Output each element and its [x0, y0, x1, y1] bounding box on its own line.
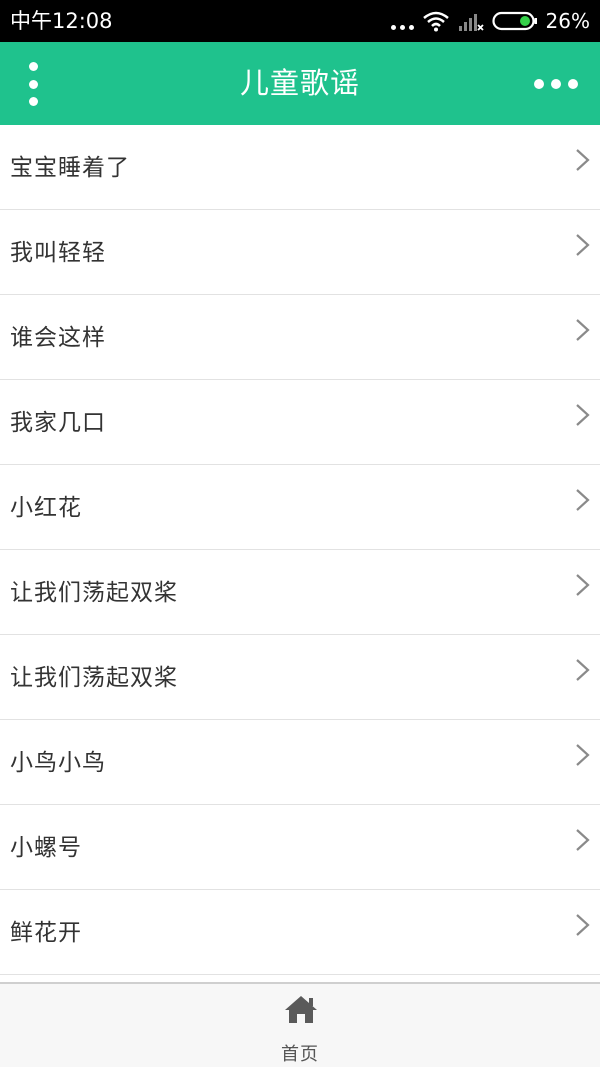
signal-icon: [458, 14, 484, 31]
chevron-right-icon: [576, 659, 590, 681]
status-icons: 26%: [390, 6, 590, 36]
list-item[interactable]: 我叫轻轻: [0, 210, 600, 295]
list-item[interactable]: 我家几口: [0, 380, 600, 465]
horizontal-dots-more-icon[interactable]: [534, 72, 578, 96]
song-title: 小鸟小鸟: [10, 750, 106, 776]
song-list: 宝宝睡着了 我叫轻轻 谁会这样 我家几口 小红花 让我们荡起双桨 让我们荡起双桨: [0, 125, 600, 975]
list-item[interactable]: 宝宝睡着了: [0, 125, 600, 210]
list-item[interactable]: 让我们荡起双桨: [0, 635, 600, 720]
song-title: 让我们荡起双桨: [10, 580, 178, 606]
home-icon: [285, 996, 317, 1023]
bottom-tab-bar: 首页: [0, 982, 600, 1067]
list-item[interactable]: 谁会这样: [0, 295, 600, 380]
list-item[interactable]: 鲜花开: [0, 890, 600, 975]
song-title: 鲜花开: [10, 920, 82, 946]
battery-percentage: 26%: [545, 9, 590, 33]
battery-icon: [491, 11, 537, 31]
list-item[interactable]: 小红花: [0, 465, 600, 550]
chevron-right-icon: [576, 319, 590, 341]
more-dots-icon: [390, 12, 414, 30]
chevron-right-icon: [576, 489, 590, 511]
song-title: 谁会这样: [10, 325, 106, 351]
song-title: 让我们荡起双桨: [10, 665, 178, 691]
tab-home[interactable]: 首页: [240, 984, 360, 1067]
page-title: 儿童歌谣: [239, 66, 360, 100]
song-title: 宝宝睡着了: [10, 155, 130, 181]
song-title: 小红花: [10, 495, 82, 521]
song-title: 我家几口: [10, 410, 106, 436]
app-header: 儿童歌谣: [0, 42, 600, 125]
song-title: 小螺号: [10, 835, 82, 861]
chevron-right-icon: [576, 744, 590, 766]
wifi-icon: [422, 11, 449, 32]
chevron-right-icon: [576, 404, 590, 426]
chevron-right-icon: [576, 149, 590, 171]
song-title: 我叫轻轻: [10, 240, 106, 266]
list-item[interactable]: 让我们荡起双桨: [0, 550, 600, 635]
chevron-right-icon: [576, 914, 590, 936]
chevron-right-icon: [576, 829, 590, 851]
status-bar: 中午12:08 26%: [0, 0, 600, 42]
chevron-right-icon: [576, 234, 590, 256]
list-item[interactable]: 小螺号: [0, 805, 600, 890]
chevron-right-icon: [576, 574, 590, 596]
list-item[interactable]: 小鸟小鸟: [0, 720, 600, 805]
status-time: 中午12:08: [10, 9, 113, 33]
tab-home-label: 首页: [281, 1044, 319, 1065]
app-screen: 中午12:08 26% 儿童歌谣 宝宝睡着了 我叫轻轻 谁会这样 我家几口 小红…: [0, 0, 600, 1067]
